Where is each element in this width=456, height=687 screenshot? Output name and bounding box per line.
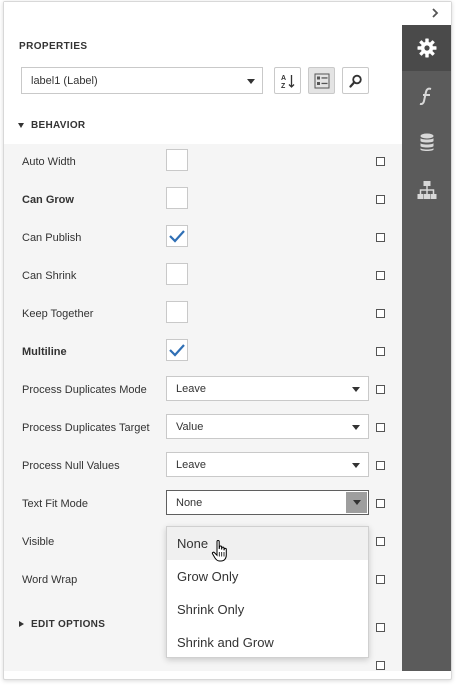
chevron-down-icon	[352, 387, 360, 392]
property-marker[interactable]	[376, 309, 385, 318]
property-row: Auto Width	[4, 144, 402, 182]
property-marker[interactable]	[376, 157, 385, 166]
svg-text:Z: Z	[281, 83, 286, 89]
dropdown-option[interactable]: Shrink Only	[167, 593, 368, 626]
property-marker[interactable]	[376, 623, 385, 632]
chevron-down-icon	[352, 500, 361, 505]
section-edit-options-label: EDIT OPTIONS	[31, 618, 106, 630]
property-dropdown-value: Leave	[176, 382, 206, 395]
property-label: Keep Together	[22, 308, 94, 320]
tab-expressions[interactable]	[402, 73, 451, 119]
property-row: Process Duplicates Mode Leave	[4, 372, 402, 410]
property-marker[interactable]	[376, 423, 385, 432]
text-fit-mode-options: None Grow Only Shrink Only Shrink and Grow	[166, 526, 369, 658]
property-marker[interactable]	[376, 461, 385, 470]
collapse-panel-button[interactable]	[427, 5, 443, 21]
property-dropdown[interactable]: Leave	[166, 452, 369, 477]
tab-report-explorer[interactable]	[402, 167, 451, 213]
property-label: Can Publish	[22, 232, 82, 244]
property-dropdown[interactable]: Leave	[166, 376, 369, 401]
categorized-icon	[314, 73, 329, 88]
property-row: Process Null Values Leave	[4, 448, 402, 486]
property-row: Process Duplicates Target Value	[4, 410, 402, 448]
object-selector-value: label1 (Label)	[31, 74, 98, 87]
property-checkbox[interactable]	[166, 225, 188, 247]
property-checkbox[interactable]	[166, 301, 188, 323]
dropdown-option[interactable]: None	[167, 527, 368, 560]
tab-properties[interactable]	[402, 25, 451, 71]
svg-text:A: A	[281, 75, 286, 82]
expanded-triangle-icon	[18, 122, 24, 128]
property-dropdown[interactable]: None	[166, 490, 369, 515]
checkmark-icon	[169, 230, 185, 243]
property-dropdown-value: Value	[176, 420, 204, 433]
sort-az-icon: A Z	[281, 74, 294, 89]
database-icon	[420, 133, 433, 151]
object-selector[interactable]: label1 (Label)	[21, 67, 263, 94]
property-label: Word Wrap	[22, 574, 78, 586]
property-label: Can Shrink	[22, 270, 77, 282]
panel-title: PROPERTIES	[19, 41, 88, 52]
chevron-right-icon	[432, 8, 439, 18]
property-marker[interactable]	[376, 347, 385, 356]
property-checkbox[interactable]	[166, 263, 188, 285]
property-marker[interactable]	[376, 537, 385, 546]
section-behavior-label: BEHAVIOR	[31, 119, 86, 131]
search-button[interactable]	[342, 67, 369, 94]
search-icon	[348, 74, 362, 88]
property-label: Process Null Values	[22, 460, 120, 472]
gear-icon	[417, 38, 436, 58]
tab-data-source[interactable]	[402, 119, 451, 165]
property-dropdown[interactable]: Value	[166, 414, 369, 439]
dropdown-toggle-button[interactable]	[346, 492, 367, 513]
property-marker[interactable]	[376, 661, 385, 670]
chevron-down-icon	[352, 463, 360, 468]
property-row: Can Shrink	[4, 258, 402, 296]
property-marker[interactable]	[376, 575, 385, 584]
hierarchy-icon	[417, 181, 436, 199]
function-icon	[419, 87, 431, 106]
collapsed-triangle-icon	[19, 621, 24, 627]
property-checkbox[interactable]	[166, 339, 188, 361]
chevron-down-icon	[352, 425, 360, 430]
property-label: Process Duplicates Mode	[22, 384, 147, 396]
property-marker[interactable]	[376, 195, 385, 204]
property-dropdown-value: None	[176, 496, 203, 509]
checkmark-icon	[169, 344, 185, 357]
dropdown-option[interactable]: Shrink and Grow	[167, 626, 368, 659]
property-label: Text Fit Mode	[22, 498, 89, 510]
property-checkbox[interactable]	[166, 149, 188, 171]
sort-alphabetically-button[interactable]: A Z	[274, 67, 301, 94]
property-marker[interactable]	[376, 385, 385, 394]
categorize-button[interactable]	[308, 67, 335, 94]
chevron-down-icon	[247, 79, 255, 84]
property-label: Auto Width	[22, 156, 76, 168]
property-checkbox[interactable]	[166, 187, 188, 209]
property-row: Can Publish	[4, 220, 402, 258]
collapse-bar	[4, 2, 451, 25]
property-label: Multiline	[22, 346, 67, 358]
property-label: Visible	[22, 536, 55, 548]
property-dropdown-value: Leave	[176, 458, 206, 471]
property-row: Text Fit Mode None	[4, 486, 402, 524]
hand-cursor-icon	[211, 540, 227, 562]
dropdown-option[interactable]: Grow Only	[167, 560, 368, 593]
property-label: Process Duplicates Target	[22, 422, 150, 434]
property-label: Can Grow	[22, 194, 74, 206]
property-marker[interactable]	[376, 271, 385, 280]
property-row: Keep Together	[4, 296, 402, 334]
property-marker[interactable]	[376, 233, 385, 242]
section-behavior[interactable]: BEHAVIOR	[4, 106, 402, 144]
property-marker[interactable]	[376, 499, 385, 508]
sidebar	[402, 25, 451, 671]
property-row: Multiline	[4, 334, 402, 372]
property-row: Can Grow	[4, 182, 402, 220]
properties-window: PROPERTIES label1 (Label) A Z BEHAVIOR A…	[0, 0, 456, 687]
